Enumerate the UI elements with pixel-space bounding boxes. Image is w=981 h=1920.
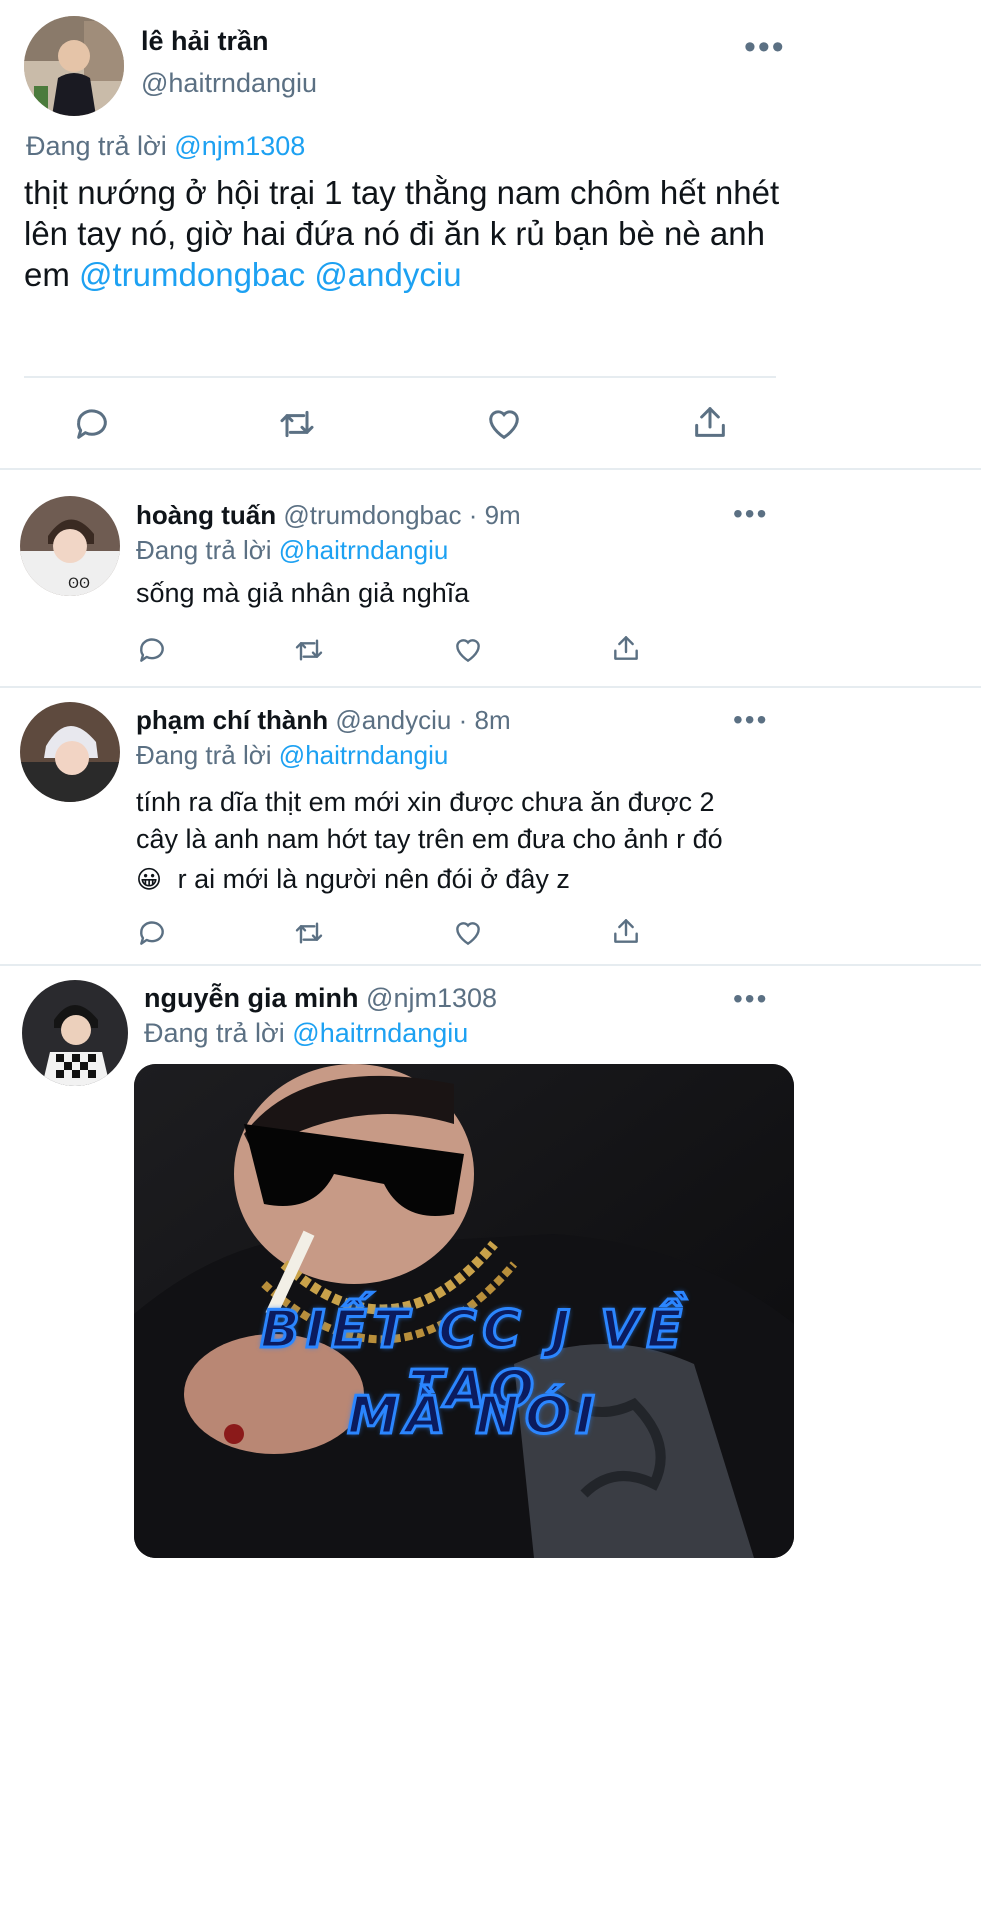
replying-label: Đang trả lời (136, 535, 272, 565)
retweet-icon[interactable] (276, 404, 318, 444)
share-icon[interactable] (690, 402, 730, 442)
display-name[interactable]: nguyễn gia minh (144, 983, 359, 1013)
divider (0, 964, 981, 966)
more-horizontal-icon[interactable]: ••• (733, 500, 768, 528)
replying-to-handle[interactable]: @haitrndangiu (279, 740, 449, 770)
avatar-photo: ʘʘ (20, 496, 120, 596)
reply-text: tính ra dĩa thịt em mới xin được chưa ăn… (136, 784, 723, 899)
retweet-icon[interactable] (292, 917, 326, 949)
more-horizontal-icon[interactable]: ••• (733, 985, 768, 1013)
replying-to: Đang trả lời @haitrndangiu (136, 740, 448, 771)
svg-text:ʘʘ: ʘʘ (68, 576, 90, 592)
tweet-text: thịt nướng ở hội trại 1 tay thằng nam ch… (24, 172, 784, 295)
reply-text-segment: r ai mới là người nên đói ở đây z (177, 864, 570, 894)
share-icon[interactable] (610, 915, 642, 947)
reply-text-line: 😀 r ai mới là người nên đói ở đây z (136, 861, 723, 899)
mention-link[interactable]: @andyciu (314, 256, 461, 293)
replying-to-handle[interactable]: @njm1308 (174, 131, 305, 161)
avatar[interactable] (24, 16, 124, 116)
handle[interactable]: @njm1308 (366, 983, 497, 1013)
timestamp[interactable]: · 9m (469, 500, 521, 530)
reply-text-line: tính ra dĩa thịt em mới xin được chưa ăn… (136, 787, 715, 817)
mention-link[interactable]: @trumdongbac (79, 256, 305, 293)
reply-icon[interactable] (136, 634, 168, 666)
attached-image[interactable]: BIẾT CC J VỀ TAO MÀ NÓI (134, 1064, 794, 1558)
replying-to: Đang trả lời @haitrndangiu (144, 1018, 468, 1049)
reply-header: hoàng tuấn @trumdongbac · 9m (136, 500, 521, 531)
replying-to: Đang trả lời @njm1308 (26, 131, 305, 162)
reply-icon[interactable] (136, 917, 168, 949)
handle[interactable]: @andyciu (335, 705, 451, 735)
avatar-photo (20, 702, 120, 802)
reply-header: nguyễn gia minh @njm1308 (144, 983, 497, 1014)
like-icon[interactable] (484, 404, 524, 444)
avatar[interactable]: ʘʘ (20, 496, 120, 596)
reply-text-line: cây là anh nam hớt tay trên em đưa cho ả… (136, 824, 723, 854)
reply-icon[interactable] (72, 404, 112, 444)
reply-text: sống mà giả nhân giả nghĩa (136, 578, 470, 608)
more-horizontal-icon[interactable]: ••• (733, 706, 768, 734)
grinning-emoji-icon: 😀 (136, 866, 163, 894)
replying-to-handle[interactable]: @haitrndangiu (279, 535, 449, 565)
avatar-photo (22, 980, 128, 1086)
like-icon[interactable] (452, 634, 484, 666)
avatar[interactable] (22, 980, 128, 1086)
divider (24, 376, 776, 378)
replying-label: Đang trả lời (144, 1018, 285, 1048)
divider (0, 468, 981, 470)
divider (0, 686, 981, 688)
handle[interactable]: @haitrndangiu (141, 68, 317, 99)
replying-to: Đang trả lời @haitrndangiu (136, 535, 448, 566)
replying-label: Đang trả lời (26, 131, 167, 161)
share-icon[interactable] (610, 632, 642, 664)
display-name[interactable]: hoàng tuấn (136, 500, 276, 530)
avatar-photo (24, 16, 124, 116)
avatar[interactable] (20, 702, 120, 802)
like-icon[interactable] (452, 917, 484, 949)
handle[interactable]: @trumdongbac (283, 500, 461, 530)
display-name[interactable]: phạm chí thành (136, 705, 328, 735)
reply-header: phạm chí thành @andyciu · 8m (136, 705, 511, 736)
retweet-icon[interactable] (292, 634, 326, 666)
replying-to-handle[interactable]: @haitrndangiu (292, 1018, 468, 1048)
more-horizontal-icon[interactable]: ••• (744, 30, 786, 64)
replying-label: Đang trả lời (136, 740, 272, 770)
meme-caption: MÀ NÓI (346, 1385, 601, 1448)
display-name[interactable]: lê hải trần (141, 26, 269, 57)
timestamp[interactable]: · 8m (459, 705, 511, 735)
